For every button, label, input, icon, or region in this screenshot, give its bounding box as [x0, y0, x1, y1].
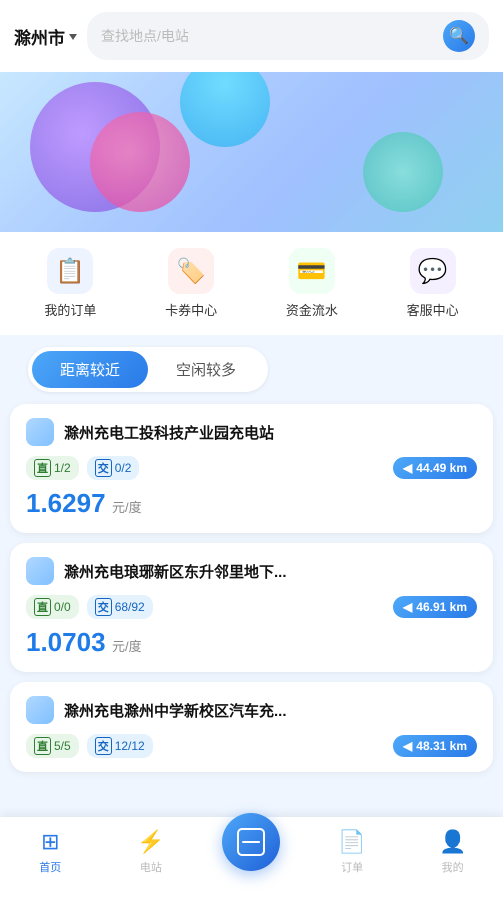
banner-decoration-2: [90, 112, 190, 212]
nav-station-label: 电站: [140, 859, 162, 875]
banner-decoration-4: [363, 132, 443, 212]
ac-count-2: 68/92: [115, 600, 145, 614]
nav-station[interactable]: ⚡ 电站: [101, 829, 202, 875]
distance-value-1: 44.49 km: [416, 461, 467, 475]
station-icon: ⚡: [137, 829, 164, 855]
distance-badge-1: ◀ 44.49 km: [393, 457, 477, 479]
station-dot: [26, 557, 54, 585]
nav-scan[interactable]: [201, 833, 302, 871]
distance-badge-2: ◀ 46.91 km: [393, 596, 477, 618]
ac-label: 交: [95, 737, 112, 755]
ac-badge-2: 交 68/92: [87, 595, 153, 619]
nav-home[interactable]: ⊞ 首页: [0, 829, 101, 875]
dc-count-3: 5/5: [54, 739, 71, 753]
dc-label: 直: [34, 737, 51, 755]
nav-mine[interactable]: 👤 我的: [402, 829, 503, 875]
station-name-3: 滁州充电滁州中学新校区汽车充...: [64, 700, 287, 721]
order-label: 我的订单: [44, 300, 96, 319]
distance-badge-3: ◀ 48.31 km: [393, 735, 477, 757]
city-selector[interactable]: 滁州市: [14, 24, 77, 49]
tab-distance[interactable]: 距离较近: [32, 351, 148, 388]
quick-actions: 📋 我的订单 🏷️ 卡券中心 💳 资金流水 💬 客服中心: [0, 232, 503, 335]
price-unit-2: 元/度: [112, 639, 142, 654]
station-name-1: 滁州充电工投科技产业园充电站: [64, 422, 274, 443]
nav-mine-label: 我的: [442, 859, 464, 875]
chevron-down-icon: [69, 34, 77, 40]
money-label: 资金流水: [286, 300, 338, 319]
search-icon[interactable]: 🔍: [443, 20, 475, 52]
ac-badge-1: 交 0/2: [87, 456, 140, 480]
dc-count-1: 1/2: [54, 461, 71, 475]
ac-badge-3: 交 12/12: [87, 734, 153, 758]
filter-tabs: 距离较近 空闲较多: [28, 347, 268, 392]
quick-action-order[interactable]: 📋 我的订单: [44, 248, 96, 319]
ac-count-1: 0/2: [115, 461, 132, 475]
ac-label: 交: [95, 598, 112, 616]
search-bar[interactable]: 查找地点/电站 🔍: [87, 12, 489, 60]
mine-icon: 👤: [439, 829, 466, 855]
order-nav-icon: 📄: [338, 829, 365, 855]
card-label: 卡券中心: [165, 300, 217, 319]
nav-order[interactable]: 📄 订单: [302, 829, 403, 875]
service-icon: 💬: [410, 248, 456, 294]
station-dot: [26, 696, 54, 724]
price-value-2: 1.0703: [26, 627, 106, 657]
dc-badge-1: 直 1/2: [26, 456, 79, 480]
ac-count-3: 12/12: [115, 739, 145, 753]
distance-value-3: 48.31 km: [416, 739, 467, 753]
stations-list: 滁州充电工投科技产业园充电站 直 1/2 交 0/2 ◀ 44.49 km 1.…: [0, 404, 503, 872]
tab-idle[interactable]: 空闲较多: [148, 351, 264, 388]
station-name-2: 滁州充电琅琊新区东升邻里地下...: [64, 561, 287, 582]
scan-button[interactable]: [222, 813, 280, 871]
ac-label: 交: [95, 459, 112, 477]
dc-count-2: 0/0: [54, 600, 71, 614]
scan-line: [242, 841, 260, 843]
quick-action-service[interactable]: 💬 客服中心: [407, 248, 459, 319]
search-placeholder: 查找地点/电站: [101, 26, 435, 46]
station-dot: [26, 418, 54, 446]
navigation-icon: ◀: [403, 739, 412, 753]
bottom-nav: ⊞ 首页 ⚡ 电站 📄 订单 👤 我的: [0, 817, 503, 897]
distance-value-2: 46.91 km: [416, 600, 467, 614]
station-card-1[interactable]: 滁州充电工投科技产业园充电站 直 1/2 交 0/2 ◀ 44.49 km 1.…: [10, 404, 493, 533]
nav-home-label: 首页: [39, 859, 61, 875]
scan-icon: [237, 828, 265, 856]
dc-label: 直: [34, 598, 51, 616]
banner-decoration-3: [180, 72, 270, 147]
navigation-icon: ◀: [403, 461, 412, 475]
navigation-icon: ◀: [403, 600, 412, 614]
city-name: 滁州市: [14, 24, 65, 49]
money-icon: 💳: [289, 248, 335, 294]
station-card-2[interactable]: 滁州充电琅琊新区东升邻里地下... 直 0/0 交 68/92 ◀ 46.91 …: [10, 543, 493, 672]
quick-action-money[interactable]: 💳 资金流水: [286, 248, 338, 319]
station-card-3[interactable]: 滁州充电滁州中学新校区汽车充... 直 5/5 交 12/12 ◀ 48.31 …: [10, 682, 493, 772]
service-label: 客服中心: [407, 300, 459, 319]
dc-badge-3: 直 5/5: [26, 734, 79, 758]
card-icon: 🏷️: [168, 248, 214, 294]
price-unit-1: 元/度: [112, 500, 142, 515]
nav-order-label: 订单: [341, 859, 363, 875]
banner: [0, 72, 503, 232]
quick-action-card[interactable]: 🏷️ 卡券中心: [165, 248, 217, 319]
price-value-1: 1.6297: [26, 488, 106, 518]
dc-label: 直: [34, 459, 51, 477]
header: 滁州市 查找地点/电站 🔍: [0, 0, 503, 72]
dc-badge-2: 直 0/0: [26, 595, 79, 619]
order-icon: 📋: [47, 248, 93, 294]
home-icon: ⊞: [41, 829, 59, 855]
